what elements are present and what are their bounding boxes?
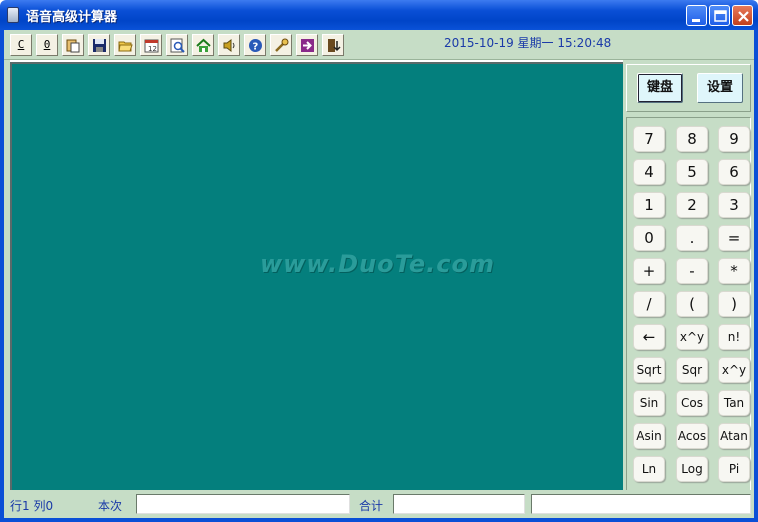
settings-tab[interactable]: 设置 [697,73,743,103]
key-2-1[interactable]: 2 [676,192,708,218]
zero-button-label: 0 [43,38,51,51]
forward-icon [301,39,314,52]
open-folder-icon [118,41,133,52]
key-7-2[interactable]: x^y [718,357,750,383]
key-4-0[interactable]: + [633,258,665,284]
window-frame-bottom [0,518,758,522]
save-icon [93,39,106,52]
exit-button[interactable] [322,34,344,56]
tools-icon [275,38,289,52]
total-label: 合计 [359,499,384,513]
minimize-button[interactable] [686,5,707,26]
extra-status-field[interactable] [531,494,751,514]
keyboard-tab[interactable]: 键盘 [637,73,683,103]
mode-tab-group: 键盘 设置 [626,64,751,112]
save-button[interactable] [88,34,110,56]
calendar-button[interactable]: 12 [140,34,162,56]
status-bar: 行1 列0 本次 合计 [4,490,754,518]
window-frame-right [754,30,758,522]
zero-button[interactable]: 0 [36,34,58,56]
help-icon: ? [249,39,262,53]
watermark-text: www.DuoTe.com [260,250,495,278]
key-10-0[interactable]: Ln [633,456,665,482]
keypad: 7 8 9 4 5 6 1 2 3 0. = + - * / () ← x^y n! Sqrt Sqr x^y Sin Cos… [626,117,751,490]
tools-button[interactable] [270,34,292,56]
svg-text:12: 12 [148,45,157,53]
current-result-field[interactable] [136,494,350,514]
key-7-1[interactable]: Sqr [676,357,708,383]
speaker-button[interactable] [218,34,240,56]
key-2-2[interactable]: 3 [718,192,750,218]
key-5-0[interactable]: / [633,291,665,317]
minimize-icon [692,19,700,22]
key-10-1[interactable]: Log [676,456,708,482]
close-icon [738,11,749,22]
title-bar[interactable]: 语音高级计算器 [0,0,758,30]
key-0-2[interactable]: 9 [718,126,750,152]
home-button[interactable] [192,34,214,56]
key-9-0[interactable]: Asin [633,423,665,449]
key-0-0[interactable]: 7 [633,126,665,152]
key-4-2[interactable]: * [718,258,750,284]
key-7-0[interactable]: Sqrt [633,357,665,383]
maximize-icon [714,10,727,22]
speaker-icon [223,39,235,52]
forward-button[interactable] [296,34,318,56]
paste-button[interactable] [62,34,84,56]
display-area[interactable]: www.DuoTe.com [10,62,623,490]
key-3-1[interactable]: . [676,225,708,251]
exit-icon [328,39,341,52]
key-3-0[interactable]: 0 [633,225,665,251]
clear-button[interactable]: C [10,34,32,56]
maximize-button[interactable] [709,5,730,26]
key-5-2[interactable]: ) [718,291,750,317]
key-1-2[interactable]: 6 [718,159,750,185]
total-result-field[interactable] [393,494,525,514]
key-8-0[interactable]: Sin [633,390,665,416]
key-1-1[interactable]: 5 [676,159,708,185]
key-6-0[interactable]: ← [633,324,665,350]
key-9-1[interactable]: Acos [676,423,708,449]
home-icon [196,38,211,52]
close-button[interactable] [732,5,753,26]
key-1-0[interactable]: 4 [633,159,665,185]
key-3-2[interactable]: = [718,225,750,251]
right-panel: 键盘 设置 7 8 9 4 5 6 1 2 3 0. = + - * / () ← x^y n! Sqrt Sqr x^y… [623,60,754,490]
clear-button-label: C [17,38,25,51]
key-5-1[interactable]: ( [676,291,708,317]
open-button[interactable] [114,34,136,56]
key-2-0[interactable]: 1 [633,192,665,218]
cursor-position: 行1 列0 [10,499,54,513]
preview-icon [170,38,185,53]
current-label: 本次 [98,499,123,513]
key-9-2[interactable]: Atan [718,423,750,449]
preview-button[interactable] [166,34,188,56]
key-8-2[interactable]: Tan [718,390,750,416]
key-6-1[interactable]: x^y [676,324,708,350]
key-4-1[interactable]: - [676,258,708,284]
key-0-1[interactable]: 8 [676,126,708,152]
svg-text:?: ? [253,42,259,53]
key-8-1[interactable]: Cos [676,390,708,416]
app-icon[interactable] [7,7,19,23]
key-10-2[interactable]: Pi [718,456,750,482]
paste-icon [66,39,80,53]
window-title: 语音高级计算器 [26,10,118,25]
calendar-icon: 12 [144,39,159,53]
datetime-display: 2015-10-19 星期一 15:20:48 [444,36,612,50]
help-button[interactable]: ? [244,34,266,56]
toolbar: C 0 12 ? 2015-10-19 星期一 15:20:48 [4,30,754,60]
key-6-2[interactable]: n! [718,324,750,350]
